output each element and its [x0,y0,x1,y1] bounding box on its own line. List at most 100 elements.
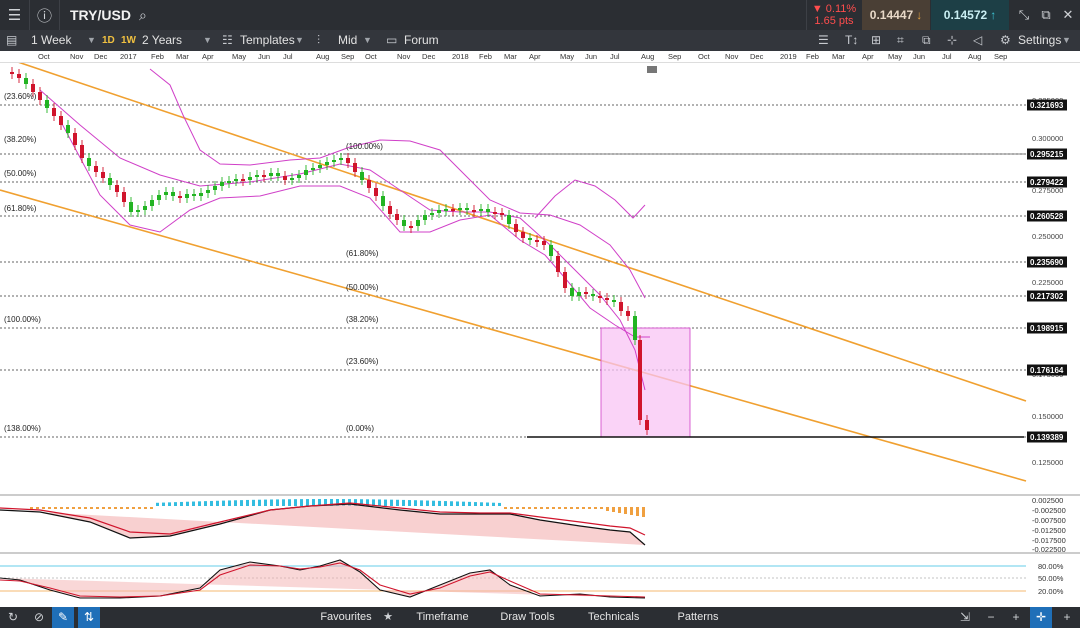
candle-body [94,166,98,172]
chevron-down-icon[interactable]: ▼ [295,30,304,51]
templates-button[interactable]: Templates [240,30,295,51]
candle-body [353,163,357,172]
macd-histogram-bar [600,507,603,509]
chevron-down-icon[interactable]: ▼ [363,30,372,51]
macd-histogram-bar [552,507,555,509]
ask-button[interactable]: 0.14572 ↑ [931,0,1009,30]
macd-histogram-bar [30,507,33,509]
time-tick: Feb [806,52,819,61]
info-icon[interactable]: ⓘ [30,0,60,30]
settings-button[interactable]: Settings [1018,30,1061,51]
macd-histogram-bar [492,502,495,506]
panel-icon[interactable]: ▤ [6,30,17,51]
candle-body [633,316,637,340]
grid-icon[interactable]: ⊞ [871,30,881,51]
settings-gear-icon[interactable]: ⚙ [1000,30,1011,51]
bollinger-middle [39,89,646,391]
macd-histogram-bar [48,507,51,509]
candle-body [619,302,623,311]
chevron-down-icon[interactable]: ▼ [203,30,212,51]
candle-body [570,288,574,296]
candle-body [45,100,49,108]
candle-body [542,241,546,245]
macd-histogram-bar [234,500,237,506]
macd-histogram-bar [156,502,159,506]
candle-body [563,272,567,288]
text-icon[interactable]: T↕ [845,30,858,51]
price-chart[interactable]: (23.60%) (38.20%) (50.00%) (61.80%) (100.00%… [0,63,1080,607]
patterns-button[interactable]: Patterns [676,607,720,628]
candle-body [241,179,245,181]
zoom-in-icon[interactable]: + [1005,607,1027,628]
macd-histogram-bar [630,507,633,515]
search-icon[interactable]: ⌕ [139,7,147,24]
candle-body [451,209,455,211]
price-tick: 0.125000 [1032,458,1063,467]
candle-body [549,245,553,256]
close-icon[interactable]: ✕ [1057,0,1079,30]
time-tick: Feb [151,52,164,61]
zoom-out-icon[interactable]: − [980,607,1002,628]
fit-icon[interactable]: ⇲ [954,607,976,628]
macd-histogram-bar [588,507,591,509]
list-icon[interactable]: ☰ [818,30,829,51]
macd-histogram-bar [486,502,489,506]
upper-trendline[interactable] [0,63,1027,402]
macd-histogram-bar [396,499,399,506]
arrows-icon[interactable]: ⇅ [78,607,100,628]
macd-histogram-bar [84,507,87,509]
draw-tools-button[interactable]: Draw Tools [500,607,555,628]
candle-body [479,209,483,211]
timeframe-button[interactable]: Timeframe [415,607,470,628]
chart-toolbar: ▤ 1 Week ▼ 1D 1W 2 Years ▼ ☷ Templates ▼… [0,30,1080,51]
macd-tick: -0.012500 [1032,526,1066,535]
chevron-down-icon[interactable]: ▼ [87,30,96,51]
range-select[interactable]: 2 Years [142,30,182,51]
candle-body [115,185,119,192]
star-icon[interactable]: ★ [380,607,396,628]
macd-tick: -0.017500 [1032,536,1066,545]
refresh-icon[interactable]: ↻ [2,607,24,628]
macd-panel[interactable]: 0.002500-0.002500-0.007500-0.012500-0.01… [0,496,1066,554]
forum-button[interactable]: Forum [404,30,439,51]
macd-histogram-bar [264,499,267,506]
candle-body [388,206,392,214]
technicals-button[interactable]: Technicals [588,607,639,628]
more-icon[interactable]: + [1056,607,1078,628]
macd-histogram-bar [228,500,231,506]
down-arrow-icon: ↓ [916,8,923,22]
collapse-icon[interactable]: ⤡ [1013,0,1035,30]
stochastic-panel[interactable]: 80.00% 50.00% 20.00% [0,559,1064,599]
interval-select[interactable]: 1 Week [31,30,71,51]
popout-icon[interactable]: ⧉ [1035,0,1057,30]
hamburger-icon[interactable]: ☰ [0,0,30,30]
tf-1d-button[interactable]: 1D [102,30,115,51]
candle-body [514,224,518,232]
no-entry-icon[interactable]: ⊘ [28,607,50,628]
marker-icon[interactable]: ⊹ [947,30,957,51]
layers-icon[interactable]: ⧉ [922,30,931,51]
macd-histogram-bar [462,501,465,506]
candle-body [66,125,70,133]
price-type-select[interactable]: Mid [338,30,357,51]
macd-histogram-bar [192,501,195,506]
macd-histogram-bar [108,507,111,509]
pencil-icon[interactable]: ✎ [52,607,74,628]
time-tick: Jun [585,52,598,61]
price-label: 0.139389 [1030,433,1064,442]
tag-icon[interactable]: ◁ [973,30,982,51]
time-tick: Oct [365,52,377,61]
macd-histogram-bar [450,501,453,506]
macd-histogram-bar [60,507,63,509]
time-tick: Dec [94,52,108,61]
crosshair-icon[interactable]: ⌗ [897,30,904,51]
crosshair-toggle-icon[interactable]: ✛ [1030,607,1052,628]
chevron-down-icon[interactable]: ▼ [1062,30,1071,51]
favourites-button[interactable]: Favourites [320,607,372,628]
bid-button[interactable]: 0.14447 ↓ [862,0,930,30]
macd-histogram-bar [456,501,459,506]
candle-body [213,186,217,190]
symbol-title[interactable]: TRY/USD [70,7,131,23]
macd-histogram-bar [534,507,537,509]
tf-1w-button[interactable]: 1W [121,30,136,51]
